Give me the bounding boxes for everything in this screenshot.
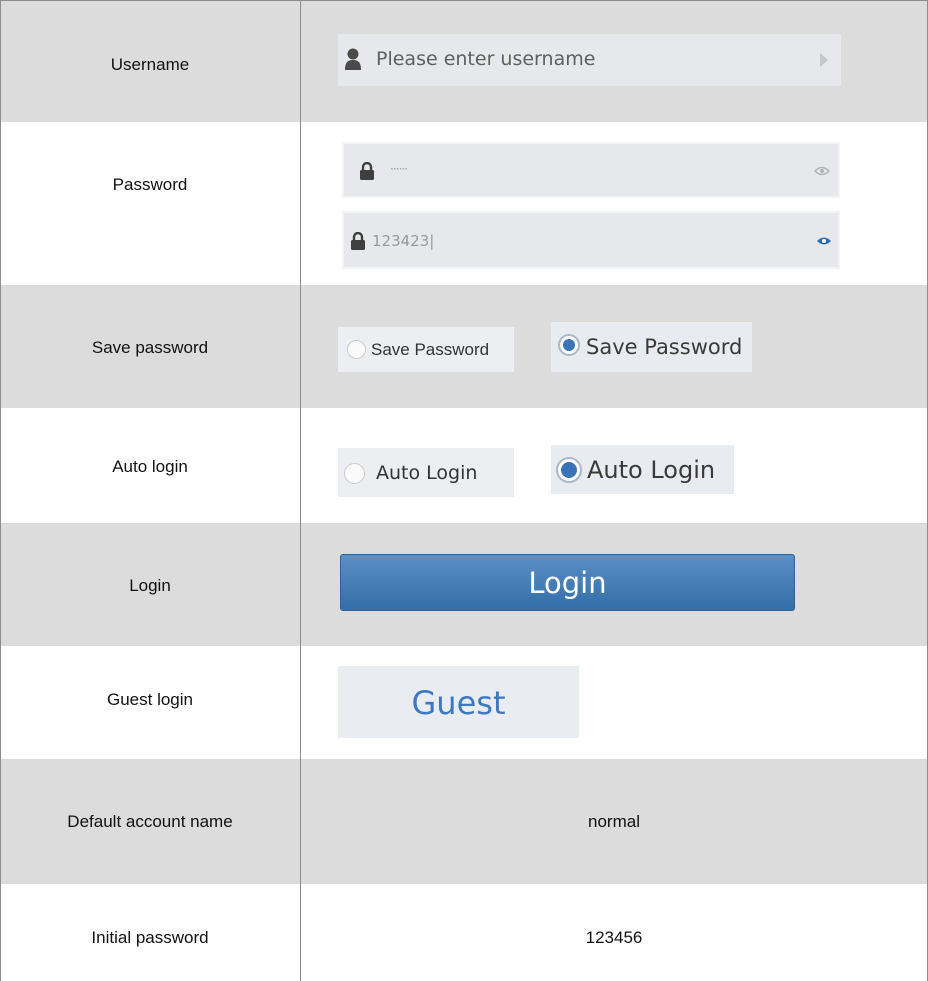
password-input-revealed[interactable]: 123423| (344, 213, 838, 267)
radio-checked-icon[interactable] (556, 457, 582, 483)
guest-button-label: Guest (411, 684, 506, 722)
radio-unchecked-icon[interactable] (344, 463, 365, 484)
login-button[interactable]: Login (340, 554, 795, 611)
guest-button[interactable]: Guest (338, 666, 579, 738)
label-guest-login: Guest login (107, 690, 193, 709)
auto-login-checked-label: Auto Login (587, 456, 716, 484)
password-revealed-value: 123423| (372, 232, 435, 250)
label-password: Password (112, 175, 188, 194)
eye-icon[interactable] (816, 236, 832, 246)
label-save-password: Save password (91, 338, 209, 357)
password-masked-value: ······ (390, 162, 408, 176)
password-input-masked[interactable]: ······ (344, 144, 838, 196)
save-password-checked-label: Save Password (586, 335, 743, 359)
save-password-option-checked[interactable]: Save Password (551, 322, 752, 372)
auto-login-unchecked-label: Auto Login (376, 462, 478, 484)
save-password-option-unchecked[interactable]: Save Password (338, 327, 514, 372)
radio-unchecked-icon[interactable] (347, 340, 366, 359)
save-password-unchecked-label: Save Password (371, 340, 490, 359)
login-spec-table: Username Password Save password Auto log… (0, 0, 928, 981)
table-top-border (0, 0, 928, 1)
column-divider (300, 0, 301, 981)
username-input[interactable]: Please enter username (338, 34, 841, 86)
arrow-right-icon[interactable] (820, 53, 828, 67)
label-auto-login: Auto login (112, 457, 188, 476)
username-placeholder: Please enter username (376, 48, 596, 70)
label-initial-password: Initial password (91, 928, 209, 947)
radio-checked-icon[interactable] (558, 334, 580, 356)
user-icon (345, 48, 361, 70)
label-login: Login (129, 576, 171, 595)
initial-password-value: 123456 (585, 928, 643, 947)
eye-icon[interactable] (814, 166, 830, 176)
auto-login-option-checked[interactable]: Auto Login (551, 445, 734, 494)
auto-login-option-unchecked[interactable]: Auto Login (338, 448, 514, 497)
table-left-border (0, 0, 1, 981)
lock-icon (351, 232, 365, 250)
label-username: Username (110, 55, 190, 74)
lock-icon (360, 162, 374, 180)
login-button-label: Login (528, 566, 607, 600)
label-default-account-name: Default account name (67, 812, 233, 831)
default-account-name-value: normal (588, 812, 640, 831)
